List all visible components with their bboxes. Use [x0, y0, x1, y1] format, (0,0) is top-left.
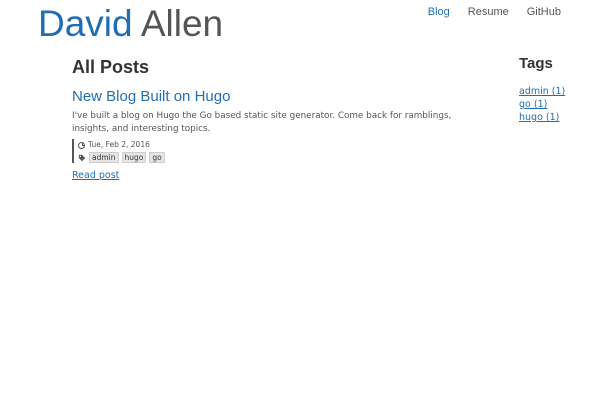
post-date: Tue, Feb 2, 2016	[88, 140, 150, 149]
nav-item-resume[interactable]: Resume	[468, 5, 509, 19]
site-brand[interactable]: David Allen	[38, 2, 223, 46]
post-tag-admin[interactable]: admin	[89, 152, 119, 163]
sidebar-tag-admin[interactable]: admin (1)	[519, 86, 565, 97]
brand-first-name[interactable]: David	[38, 3, 133, 44]
tag-icon	[78, 154, 86, 161]
sidebar-tag-hugo[interactable]: hugo (1)	[519, 112, 559, 123]
clock-icon	[78, 141, 85, 149]
sidebar-heading: Tags	[519, 55, 553, 72]
page-title: All Posts	[72, 57, 150, 77]
tags-sidebar: Tags admin (1) go (1) hugo (1)	[519, 54, 589, 124]
post-tag-hugo[interactable]: hugo	[121, 152, 147, 163]
post-date-row: Tue, Feb 2, 2016	[78, 139, 462, 151]
post-card: New Blog Built on Hugo I've built a blog…	[72, 87, 462, 182]
post-tag-go[interactable]: go	[149, 152, 165, 163]
brand-last-name[interactable]: Allen	[141, 3, 223, 44]
sidebar-tag-go[interactable]: go (1)	[519, 99, 547, 110]
sidebar-tag-item: hugo (1)	[519, 111, 589, 124]
post-summary: I've built a blog on Hugo the Go based s…	[72, 111, 452, 134]
sidebar-tag-item: go (1)	[519, 98, 589, 111]
nav-item-blog[interactable]: Blog	[428, 5, 450, 19]
post-meta: Tue, Feb 2, 2016 admin hugo go	[72, 139, 462, 163]
top-nav: Blog Resume GitHub	[428, 5, 561, 19]
read-post-link[interactable]: Read post	[72, 169, 119, 182]
post-tags-row: admin hugo go	[78, 152, 462, 163]
post-title-link[interactable]: New Blog Built on Hugo	[72, 87, 462, 107]
sidebar-tag-list: admin (1) go (1) hugo (1)	[519, 85, 589, 124]
sidebar-tag-item: admin (1)	[519, 85, 589, 98]
nav-item-github[interactable]: GitHub	[527, 5, 561, 19]
